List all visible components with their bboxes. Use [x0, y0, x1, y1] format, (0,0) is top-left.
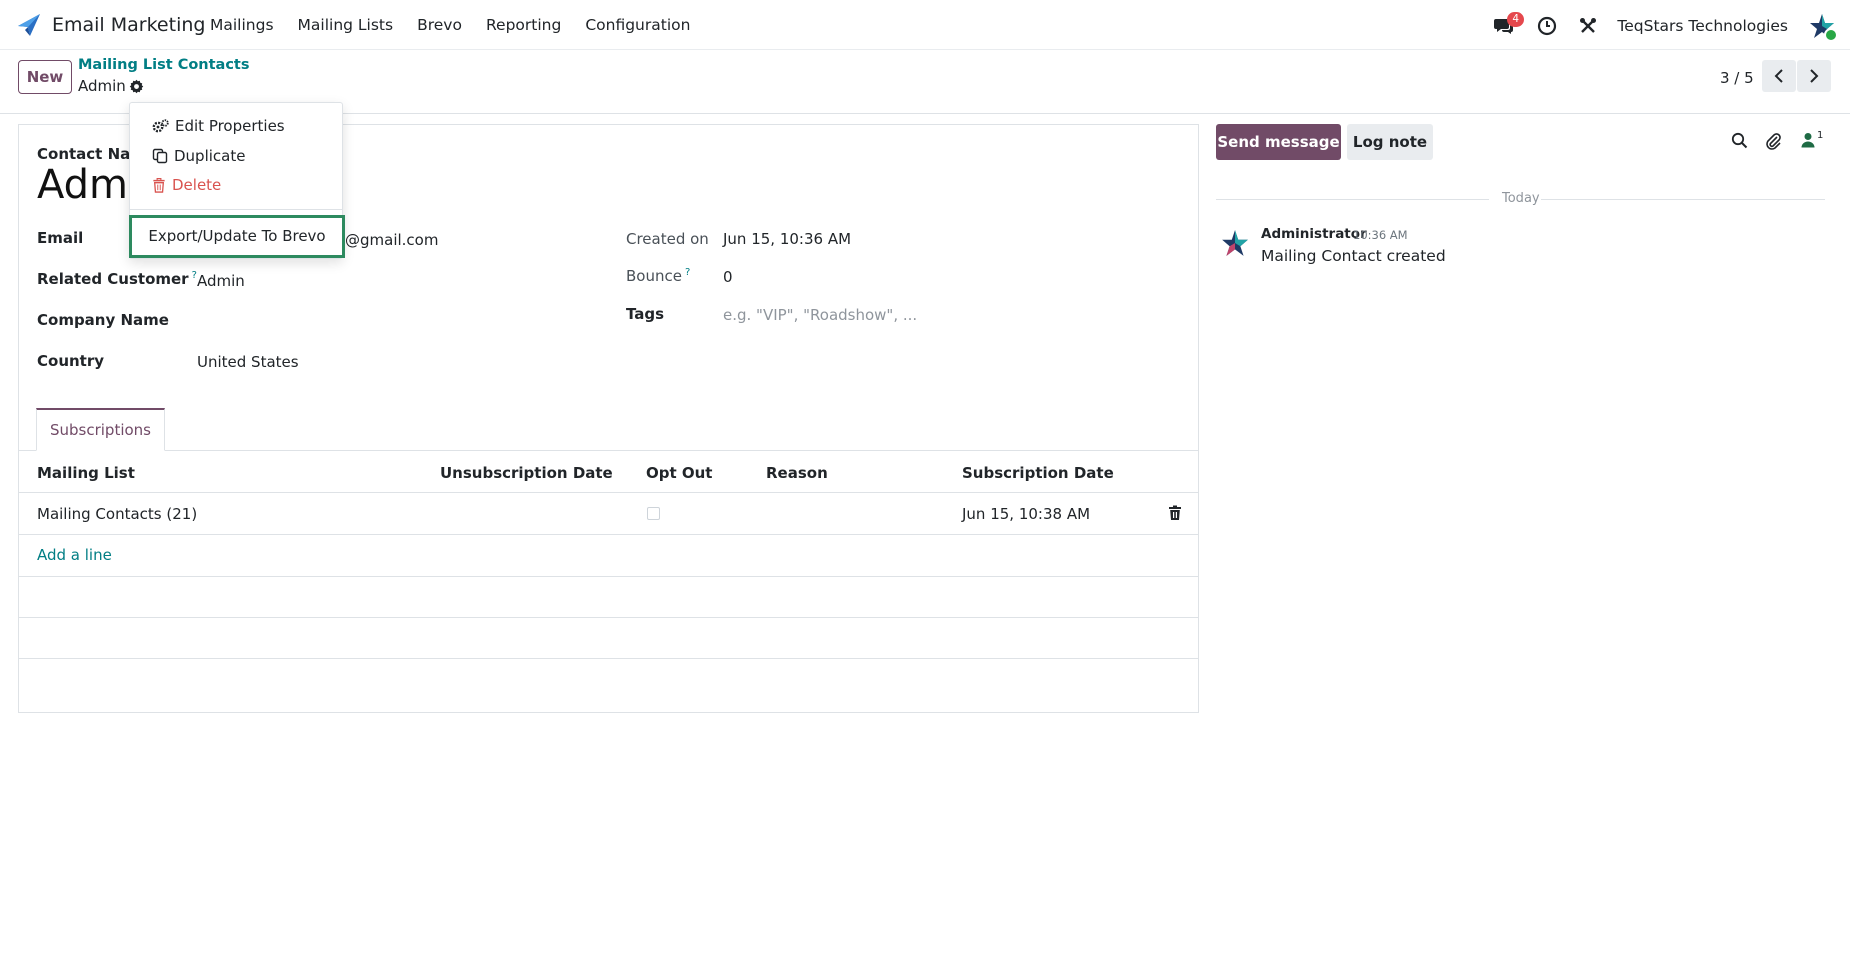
user-avatar-icon[interactable] [1808, 12, 1838, 42]
message-body: Mailing Contact created [1261, 247, 1446, 265]
bounce-help-icon[interactable]: ? [685, 267, 690, 278]
column-unsubscription-date[interactable]: Unsubscription Date [440, 464, 613, 482]
table-header-divider [19, 492, 1198, 493]
menu-item-edit-properties[interactable]: Edit Properties [152, 117, 285, 135]
company-name[interactable]: TeqStars Technologies [1617, 17, 1788, 35]
top-navbar: Email Marketing Mailings Mailing Lists B… [0, 0, 1850, 50]
gears-icon [152, 118, 169, 132]
action-menu-dropdown: Edit Properties Duplicate Delete Export/… [129, 102, 345, 259]
country-input[interactable]: United States [197, 353, 299, 371]
breadcrumb-parent[interactable]: Mailing List Contacts [78, 57, 250, 73]
cell-subscription-date[interactable]: Jun 15, 10:38 AM [962, 505, 1090, 523]
chevron-left-icon [1774, 69, 1783, 83]
gear-icon[interactable] [129, 79, 144, 94]
clock-icon[interactable] [1537, 16, 1557, 36]
menu-mailing-lists[interactable]: Mailing Lists [298, 16, 394, 34]
country-label: Country [37, 352, 105, 370]
trash-icon[interactable] [1168, 505, 1182, 521]
created-on-value: Jun 15, 10:36 AM [723, 230, 852, 248]
log-note-button[interactable]: Log note [1347, 124, 1433, 160]
menu-item-label: Delete [172, 176, 222, 194]
tags-input[interactable]: e.g. "VIP", "Roadshow", ... [723, 306, 917, 324]
chevron-right-icon [1810, 69, 1819, 83]
tags-label: Tags [626, 305, 665, 323]
email-input[interactable]: @gmail.com [345, 231, 438, 249]
bounce-label-text: Bounce [626, 267, 682, 285]
menu-item-label: Edit Properties [175, 117, 285, 135]
company-name-label: Company Name [37, 311, 169, 329]
column-opt-out[interactable]: Opt Out [646, 464, 712, 482]
date-separator: Today [1502, 191, 1540, 206]
related-customer-label-text: Related Customer [37, 270, 189, 288]
opt-out-checkbox[interactable] [647, 507, 660, 520]
company-name-input[interactable] [197, 311, 497, 331]
messages-badge: 4 [1507, 12, 1525, 27]
paperclip-icon[interactable] [1764, 132, 1782, 150]
new-button[interactable]: New [18, 60, 72, 94]
date-separator-line [1541, 199, 1825, 200]
trash-icon [153, 177, 165, 193]
send-message-button[interactable]: Send message [1216, 124, 1341, 160]
related-customer-label: Related Customer? [37, 270, 197, 288]
email-label: Email [37, 229, 84, 247]
created-on-label: Created on [626, 230, 709, 248]
date-separator-line [1216, 199, 1489, 200]
copy-icon [152, 148, 168, 164]
cell-mailing-list[interactable]: Mailing Contacts (21) [37, 505, 197, 523]
menu-brevo[interactable]: Brevo [417, 16, 462, 34]
pager-previous-button[interactable] [1762, 60, 1796, 92]
breadcrumb-current: Admin [78, 77, 126, 95]
bounce-value: 0 [723, 268, 733, 286]
add-line-link[interactable]: Add a line [37, 546, 112, 564]
message-author[interactable]: Administrator [1261, 226, 1367, 242]
column-subscription-date[interactable]: Subscription Date [962, 464, 1114, 482]
tab-subscriptions[interactable]: Subscriptions [36, 408, 165, 451]
app-logo-icon[interactable] [16, 12, 42, 38]
tabs-divider [19, 450, 1198, 451]
main-menu: Mailings Mailing Lists Brevo Reporting C… [210, 16, 714, 34]
pager-next-button[interactable] [1797, 60, 1831, 92]
pager-counter[interactable]: 3 / 5 [1720, 69, 1754, 87]
app-name[interactable]: Email Marketing [52, 14, 205, 36]
menu-separator [130, 209, 342, 210]
table-row-divider [19, 534, 1198, 535]
table-row-divider [19, 617, 1198, 618]
author-avatar-icon[interactable] [1220, 228, 1250, 258]
menu-mailings[interactable]: Mailings [210, 16, 274, 34]
navbar-systray: 4 TeqStars Technologies [1471, 12, 1838, 42]
table-row-divider [19, 658, 1198, 659]
tools-icon[interactable] [1579, 17, 1597, 35]
column-reason[interactable]: Reason [766, 464, 828, 482]
menu-configuration[interactable]: Configuration [585, 16, 690, 34]
online-status-dot [1824, 28, 1838, 42]
menu-item-export-to-brevo[interactable]: Export/Update To Brevo [129, 215, 345, 258]
followers-count: 1 [1817, 130, 1824, 141]
menu-item-label: Duplicate [174, 147, 246, 165]
search-messages-icon[interactable] [1731, 132, 1748, 149]
related-customer-input[interactable]: Admin [197, 272, 245, 290]
message-time: 10:36 AM [1353, 228, 1408, 242]
menu-item-delete[interactable]: Delete [152, 176, 221, 194]
table-row-divider [19, 576, 1198, 577]
chat-icon[interactable]: 4 [1493, 12, 1525, 36]
menu-reporting[interactable]: Reporting [486, 16, 561, 34]
menu-item-duplicate[interactable]: Duplicate [152, 147, 245, 165]
bounce-label: Bounce? [626, 267, 690, 285]
column-mailing-list[interactable]: Mailing List [37, 464, 135, 482]
followers-icon[interactable] [1801, 132, 1815, 148]
